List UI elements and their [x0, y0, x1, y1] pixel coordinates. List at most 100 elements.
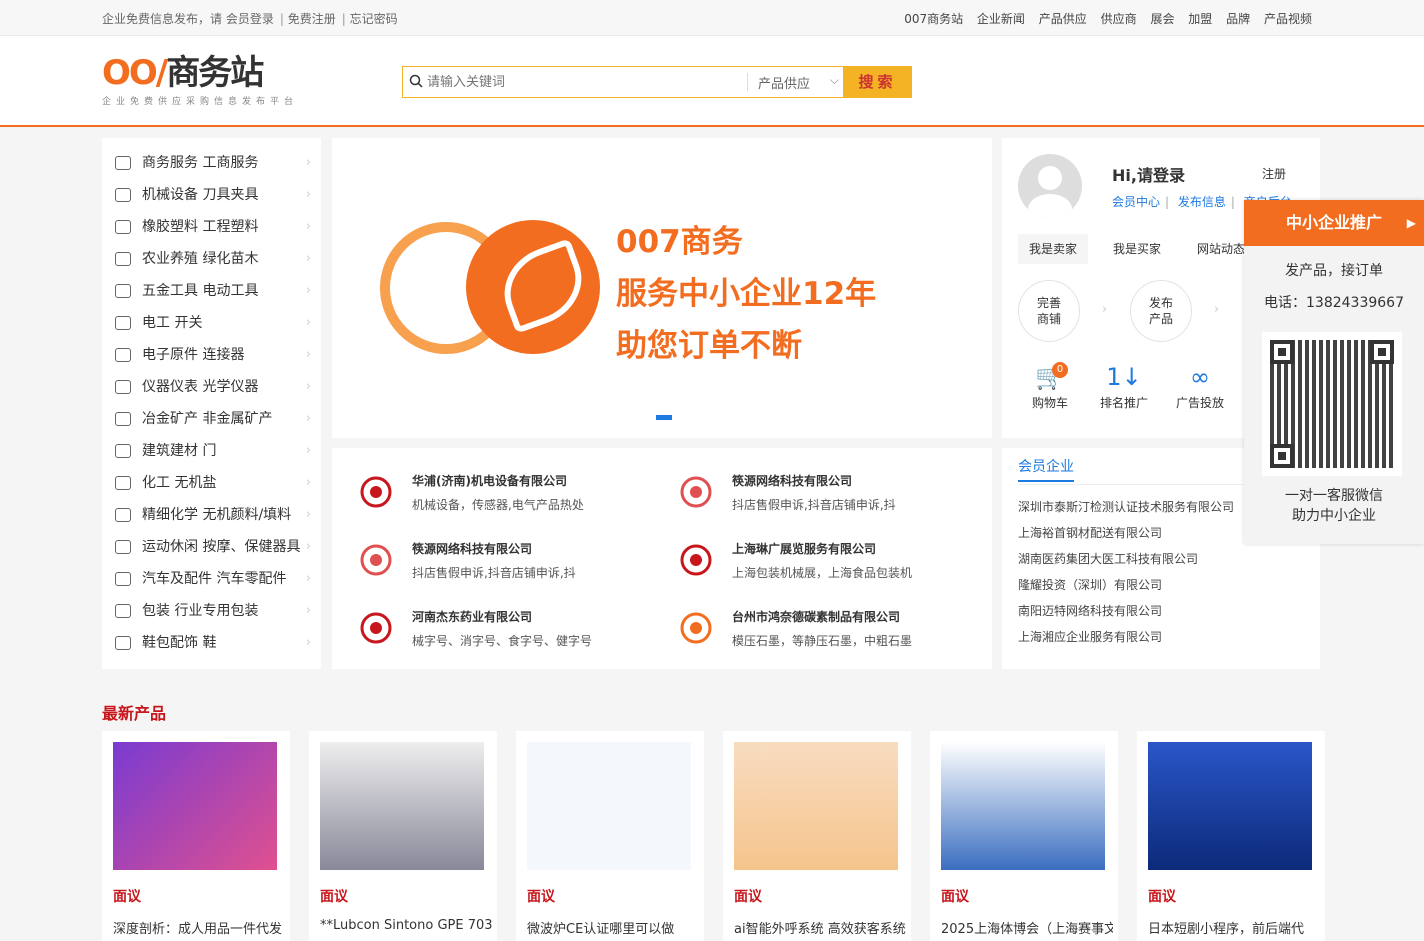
product-image[interactable]: [527, 742, 691, 870]
category-item[interactable]: 冶金矿产 非金属矿产 ›: [102, 403, 321, 435]
product-title[interactable]: 日本短剧小程序，前后端代: [1148, 918, 1320, 937]
product-title[interactable]: 深度剖析：成人用品一件代发: [113, 918, 285, 937]
member-center-link[interactable]: 会员中心: [1112, 195, 1160, 209]
product-card[interactable]: 面议 **Lubcon Sintono GPE 703: [309, 731, 497, 941]
chevron-right-icon: ›: [305, 379, 311, 394]
latest-products-title: 最新产品: [102, 704, 167, 723]
category-item[interactable]: 运动休闲 按摩、保健器具 ›: [102, 531, 321, 563]
category-item[interactable]: 汽车及配件 汽车零配件 ›: [102, 563, 321, 595]
category-item[interactable]: 电子原件 连接器 ›: [102, 339, 321, 371]
search-category-select[interactable]: 产品供应 ⌵: [747, 73, 843, 92]
site-logo[interactable]: OO/商务站 企业免费供应采购信息发布平台: [102, 54, 322, 108]
category-icon: [115, 572, 131, 586]
category-item[interactable]: 建筑建材 门 ›: [102, 435, 321, 467]
product-image[interactable]: [113, 742, 277, 870]
register-link[interactable]: 免费注册: [288, 12, 336, 26]
category-item[interactable]: 电工 开关 ›: [102, 307, 321, 339]
company-card[interactable]: 筷源网络科技有限公司 抖店售假申诉,抖音店铺申诉,抖: [352, 540, 652, 592]
product-card[interactable]: 面议 2025上海体博会（上海赛事文: [930, 731, 1118, 941]
product-title[interactable]: 微波炉CE认证哪里可以做: [527, 918, 699, 937]
avatar[interactable]: [1018, 154, 1082, 218]
nav-suppliers[interactable]: 供应商: [1101, 12, 1137, 26]
member-company-link[interactable]: 上海裕首钢材配送有限公司: [1018, 524, 1162, 541]
product-image[interactable]: [320, 742, 484, 870]
company-name[interactable]: 筷源网络科技有限公司: [412, 540, 532, 557]
company-name[interactable]: 筷源网络科技有限公司: [732, 472, 852, 489]
company-name[interactable]: 华浦(济南)机电设备有限公司: [412, 472, 567, 489]
company-logo: [352, 608, 400, 648]
promo-widget: 中小企业推广 ▶ 发产品，接订单 电话：13824339667 一对一客服微信 助力…: [1244, 200, 1424, 544]
member-company-link[interactable]: 湖南医药集团大医工科技有限公司: [1018, 550, 1198, 567]
complete-shop-step[interactable]: 完善 商铺: [1018, 280, 1080, 342]
company-logo: [672, 608, 720, 648]
ranking-tool[interactable]: 1↓ 排名推广: [1094, 362, 1154, 411]
tab-buyer[interactable]: 我是买家: [1102, 234, 1172, 264]
product-card[interactable]: 面议 ai智能外呼系统 高效获客系统: [723, 731, 911, 941]
category-item[interactable]: 化工 无机盐 ›: [102, 467, 321, 499]
ads-tool[interactable]: ∞ 广告投放: [1170, 362, 1230, 411]
category-item[interactable]: 仪器仪表 光学仪器 ›: [102, 371, 321, 403]
category-item[interactable]: 商务服务 工商服务 ›: [102, 147, 321, 179]
nav-franchise[interactable]: 加盟: [1188, 12, 1212, 26]
member-company-link[interactable]: 上海湘应企业服务有限公司: [1018, 628, 1162, 645]
product-card[interactable]: 面议微波炉CE认证哪里可以做: [516, 731, 704, 941]
search-button[interactable]: 搜索: [843, 66, 912, 98]
company-name[interactable]: 台州市鸿奈德碳素制品有限公司: [732, 608, 900, 625]
nav-video[interactable]: 产品视频: [1264, 12, 1312, 26]
chevron-right-icon: ›: [305, 475, 311, 490]
cart-tool[interactable]: 🛒 0 购物车: [1020, 362, 1080, 411]
company-card[interactable]: 河南杰东药业有限公司 械字号、消字号、食字号、健字号: [352, 608, 652, 660]
product-image[interactable]: [941, 742, 1105, 870]
chevron-right-icon: ›: [305, 443, 311, 458]
product-title[interactable]: **Lubcon Sintono GPE 703: [320, 918, 492, 933]
promo-slogan: 发产品，接订单: [1285, 263, 1383, 279]
nav-news[interactable]: 企业新闻: [977, 12, 1025, 26]
chevron-right-icon: ›: [305, 347, 311, 362]
nav-supply[interactable]: 产品供应: [1039, 12, 1087, 26]
category-item[interactable]: 鞋包配饰 鞋 ›: [102, 627, 321, 659]
company-name[interactable]: 上海琳广展览服务有限公司: [732, 540, 876, 557]
post-product-step[interactable]: 发布 产品: [1130, 280, 1192, 342]
search-input[interactable]: [427, 67, 745, 97]
category-item[interactable]: 五金工具 电动工具 ›: [102, 275, 321, 307]
company-card[interactable]: 筷源网络科技有限公司 抖店售假申诉,抖音店铺申诉,抖: [672, 472, 972, 524]
member-company-link[interactable]: 隆耀投资（深圳）有限公司: [1018, 576, 1162, 593]
hero-banner[interactable]: 007商务 服务中小企业12年 助您订单不断: [332, 138, 992, 438]
member-company-link[interactable]: 深圳市泰斯汀检测认证技术服务有限公司: [1018, 498, 1234, 515]
company-logo: [672, 472, 720, 512]
category-icon: [115, 636, 131, 650]
nav-expo[interactable]: 展会: [1150, 12, 1174, 26]
category-icon: [115, 220, 131, 234]
category-item[interactable]: 橡胶塑料 工程塑料 ›: [102, 211, 321, 243]
cart-icon: 🛒 0: [1020, 362, 1080, 394]
category-item[interactable]: 精细化学 无机颜料/填料 ›: [102, 499, 321, 531]
chevron-right-icon: ›: [305, 507, 311, 522]
nav-home[interactable]: 007商务站: [904, 12, 963, 26]
nav-brand[interactable]: 品牌: [1226, 12, 1250, 26]
promo-title[interactable]: 中小企业推广 ▶: [1244, 200, 1424, 246]
product-card[interactable]: 面议 日本短剧小程序，前后端代: [1137, 731, 1325, 941]
company-name[interactable]: 河南杰东药业有限公司: [412, 608, 532, 625]
product-card[interactable]: 面议 深度剖析：成人用品一件代发: [102, 731, 290, 941]
register-link-panel[interactable]: 注册: [1262, 165, 1286, 182]
login-link[interactable]: 会员登录: [226, 12, 274, 26]
product-title[interactable]: 2025上海体博会（上海赛事文: [941, 918, 1113, 937]
forgot-password-link[interactable]: 忘记密码: [350, 12, 398, 26]
tab-seller[interactable]: 我是卖家: [1018, 234, 1088, 264]
company-card[interactable]: 台州市鸿奈德碳素制品有限公司 模压石墨，等静压石墨，中粗石墨: [672, 608, 972, 660]
category-item[interactable]: 机械设备 刀具夹具 ›: [102, 179, 321, 211]
carousel-indicator[interactable]: [656, 415, 672, 420]
product-image[interactable]: [734, 742, 898, 870]
post-info-link[interactable]: 发布信息: [1178, 195, 1226, 209]
company-card[interactable]: 上海琳广展览服务有限公司 上海包装机械展，上海食品包装机: [672, 540, 972, 592]
member-company-link[interactable]: 南阳迈特网络科技有限公司: [1018, 602, 1162, 619]
company-card[interactable]: 华浦(济南)机电设备有限公司 机械设备，传感器,电气产品热处: [352, 472, 652, 524]
member-companies-title[interactable]: 会员企业: [1018, 456, 1074, 482]
product-title[interactable]: ai智能外呼系统 高效获客系统: [734, 918, 906, 937]
category-item[interactable]: 包装 行业专用包装 ›: [102, 595, 321, 627]
login-greeting[interactable]: Hi,请登录: [1112, 162, 1185, 186]
category-icon: [115, 540, 131, 554]
product-image[interactable]: [1148, 742, 1312, 870]
product-price: 面议: [527, 889, 555, 905]
category-item[interactable]: 农业养殖 绿化苗木 ›: [102, 243, 321, 275]
